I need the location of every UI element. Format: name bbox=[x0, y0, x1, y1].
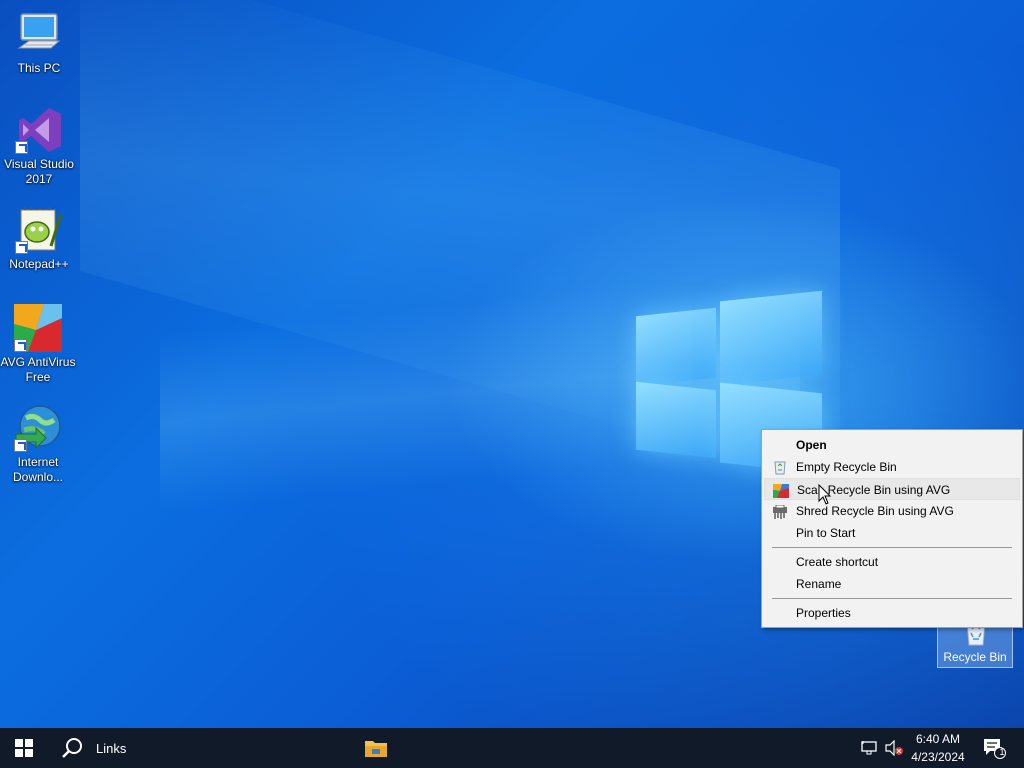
avg-icon bbox=[14, 304, 62, 352]
menu-item-open[interactable]: Open bbox=[764, 434, 1020, 456]
shredder-icon bbox=[772, 504, 788, 519]
start-button[interactable] bbox=[0, 728, 48, 768]
clock-time: 6:40 AM bbox=[915, 732, 961, 746]
shortcut-arrow-icon bbox=[15, 141, 28, 154]
taskbar-file-explorer-button[interactable] bbox=[354, 728, 398, 768]
file-explorer-icon bbox=[365, 741, 387, 757]
desktop[interactable]: This PC Visual Studio 2017 Notepad++ AVG… bbox=[0, 0, 1024, 728]
volume-muted-tray-icon[interactable] bbox=[882, 728, 906, 768]
menu-item-shred-with-avg[interactable]: Shred Recycle Bin using AVG bbox=[764, 500, 1020, 522]
recycle-bin-empty-icon bbox=[772, 460, 788, 475]
menu-item-label: Pin to Start bbox=[796, 526, 856, 540]
visual-studio-icon bbox=[15, 106, 63, 154]
desktop-icon-label: AVG AntiVirus Free bbox=[0, 355, 76, 384]
menu-item-label: Empty Recycle Bin bbox=[796, 460, 897, 474]
shortcut-arrow-icon bbox=[15, 241, 28, 254]
menu-item-label: Open bbox=[796, 438, 827, 452]
desktop-icon-avg-antivirus[interactable]: AVG AntiVirus Free bbox=[0, 304, 76, 385]
menu-item-properties[interactable]: Properties bbox=[764, 602, 1020, 624]
this-pc-icon bbox=[15, 10, 63, 58]
context-menu: Open Empty Recycle Bin Scan Recycle Bin … bbox=[761, 429, 1023, 628]
desktop-icon-label: This PC bbox=[17, 61, 61, 75]
desktop-icon-notepad-plus-plus[interactable]: Notepad++ bbox=[1, 206, 77, 272]
search-button[interactable] bbox=[50, 728, 94, 768]
action-center-button[interactable]: 1 bbox=[978, 728, 1010, 768]
mouse-cursor-icon bbox=[818, 483, 832, 506]
menu-item-pin-to-start[interactable]: Pin to Start bbox=[764, 522, 1020, 544]
menu-item-create-shortcut[interactable]: Create shortcut bbox=[764, 551, 1020, 573]
menu-item-label: Properties bbox=[796, 606, 851, 620]
avg-icon bbox=[773, 483, 789, 498]
network-tray-icon[interactable] bbox=[858, 728, 882, 768]
search-icon bbox=[62, 738, 82, 758]
internet-download-manager-icon bbox=[14, 404, 62, 452]
taskbar: Links 6:40 AM 4/23/2024 1 bbox=[0, 728, 1024, 768]
menu-item-label: Shred Recycle Bin using AVG bbox=[796, 504, 954, 518]
taskbar-clock[interactable]: 6:40 AM 4/23/2024 bbox=[906, 730, 970, 766]
clock-date: 4/23/2024 bbox=[911, 750, 965, 764]
menu-separator bbox=[772, 547, 1012, 548]
desktop-icon-label: Notepad++ bbox=[9, 257, 69, 271]
menu-separator bbox=[772, 598, 1012, 599]
desktop-icon-label: Internet Downlo... bbox=[12, 455, 64, 484]
menu-item-scan-with-avg[interactable]: Scan Recycle Bin using AVG bbox=[764, 478, 1020, 500]
notification-count-badge: 1 bbox=[999, 747, 1005, 757]
links-label: Links bbox=[96, 740, 127, 756]
menu-item-label: Create shortcut bbox=[796, 555, 879, 569]
menu-item-label: Rename bbox=[796, 577, 842, 591]
desktop-icon-this-pc[interactable]: This PC bbox=[1, 10, 77, 76]
desktop-icon-label: Visual Studio 2017 bbox=[4, 157, 74, 186]
windows-start-icon bbox=[15, 739, 33, 757]
shortcut-arrow-icon bbox=[14, 439, 27, 452]
shortcut-arrow-icon bbox=[14, 339, 27, 352]
desktop-icon-internet-download-manager[interactable]: Internet Downlo... bbox=[0, 404, 76, 485]
menu-item-rename[interactable]: Rename bbox=[764, 573, 1020, 595]
taskbar-links-toolbar[interactable]: Links bbox=[96, 728, 156, 768]
notepad-plus-plus-icon bbox=[15, 206, 63, 254]
desktop-icon-visual-studio[interactable]: Visual Studio 2017 bbox=[1, 106, 77, 187]
desktop-icon-label: Recycle Bin bbox=[943, 650, 1007, 664]
menu-item-empty-recycle-bin[interactable]: Empty Recycle Bin bbox=[764, 456, 1020, 478]
